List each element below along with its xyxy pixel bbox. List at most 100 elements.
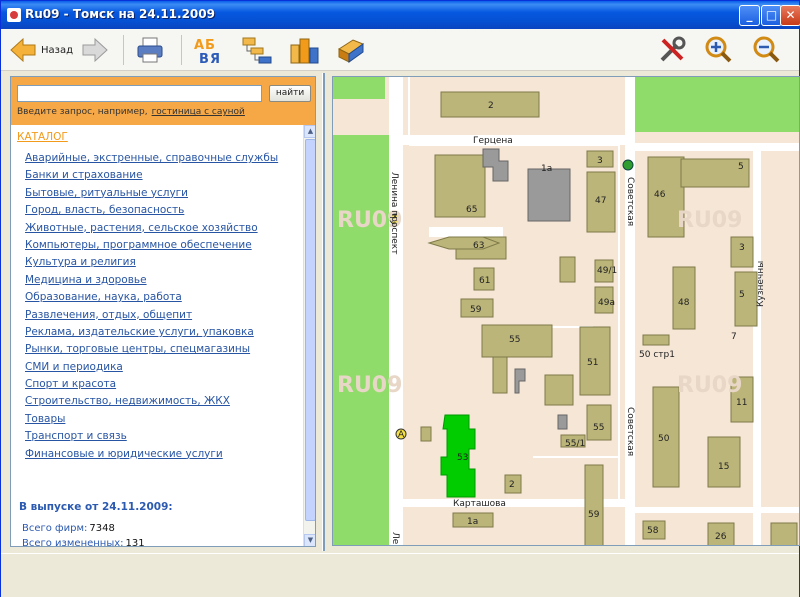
- category-link[interactable]: Реклама, издательские услуги, упаковка: [25, 326, 278, 343]
- street-label: Ле: [390, 532, 400, 545]
- category-link[interactable]: Рынки, торговые центры, спецмагазины: [25, 343, 278, 360]
- alphabet-icon: А Б В Я: [194, 38, 220, 65]
- status-bar: [1, 553, 799, 597]
- minimize-button[interactable]: _: [739, 5, 760, 26]
- park-area: [333, 135, 389, 545]
- building: [559, 256, 576, 283]
- svg-text:63: 63: [473, 241, 484, 251]
- svg-text:RU09: RU09: [677, 208, 742, 233]
- svg-text:49/1: 49/1: [597, 266, 617, 276]
- alphabet-button[interactable]: А Б В Я: [193, 33, 225, 67]
- rubric-button[interactable]: [241, 33, 273, 67]
- category-list: Аварийные, экстренные, справочные службы…: [25, 152, 278, 465]
- category-link[interactable]: Транспорт и связь: [25, 430, 278, 447]
- search-example-link[interactable]: гостиница с сауной: [152, 107, 245, 117]
- zoom-out-button[interactable]: [751, 33, 781, 67]
- building: [544, 374, 574, 406]
- svg-text:48: 48: [678, 298, 690, 308]
- svg-text:Б: Б: [205, 38, 215, 53]
- category-link[interactable]: Медицина и здоровье: [25, 274, 278, 291]
- search-button[interactable]: найти: [269, 85, 311, 102]
- svg-text:2: 2: [509, 480, 515, 490]
- transport-button[interactable]: [335, 33, 367, 67]
- arrow-right-icon: [82, 37, 108, 63]
- street-label: Советская: [625, 177, 635, 226]
- category-link[interactable]: СМИ и периодика: [25, 361, 278, 378]
- park-area: [333, 77, 385, 99]
- svg-text:11: 11: [736, 398, 747, 408]
- svg-text:59: 59: [588, 510, 600, 520]
- hierarchy-icon: [242, 37, 272, 64]
- svg-text:RU09: RU09: [337, 373, 402, 398]
- search-input[interactable]: [17, 85, 262, 102]
- category-link[interactable]: Аварийные, экстренные, справочные службы: [25, 152, 278, 169]
- close-button[interactable]: ✕: [780, 5, 800, 26]
- park-area: [632, 77, 799, 132]
- changed-firms-label: Всего измененных:: [22, 538, 124, 547]
- category-link[interactable]: Спорт и красота: [25, 378, 278, 395]
- city-map[interactable]: A A RU09 RU09 RU09 RU09 Герцена Ленина п…: [332, 76, 800, 546]
- svg-text:58: 58: [647, 526, 659, 536]
- svg-text:26: 26: [715, 532, 727, 542]
- svg-text:7: 7: [731, 332, 737, 342]
- street-label: Ленина проспект: [389, 172, 399, 254]
- buildings-button[interactable]: [288, 33, 320, 67]
- street-label: Советская: [625, 407, 635, 456]
- svg-text:55: 55: [509, 335, 520, 345]
- svg-text:51: 51: [587, 358, 598, 368]
- category-link[interactable]: Образование, наука, работа: [25, 291, 278, 308]
- buildings-icon: [290, 38, 319, 64]
- svg-text:A: A: [398, 430, 405, 440]
- category-link[interactable]: Город, власть, безопасность: [25, 204, 278, 221]
- category-link[interactable]: Животные, растения, сельское хозяйство: [25, 222, 278, 239]
- title-bar[interactable]: Ru09 - Томск на 24.11.2009 _ □ ✕: [1, 1, 800, 29]
- total-firms-row: Всего фирм: 7348: [22, 521, 145, 536]
- forward-button[interactable]: [81, 33, 109, 67]
- maximize-button[interactable]: □: [761, 5, 782, 26]
- printer-icon: [137, 37, 163, 63]
- catalog-list: КАТАЛОГ Аварийные, экстренные, справочны…: [11, 125, 303, 547]
- category-link[interactable]: Товары: [25, 413, 278, 430]
- catalog-scrollbar[interactable]: ▲ ▼: [303, 125, 315, 546]
- toolbar-separator: [123, 35, 124, 65]
- svg-text:2: 2: [488, 101, 494, 111]
- category-link[interactable]: Культура и религия: [25, 256, 278, 273]
- svg-text:Я: Я: [210, 52, 220, 65]
- total-firms-label: Всего фирм:: [22, 523, 88, 534]
- svg-text:47: 47: [595, 196, 606, 206]
- svg-text:50: 50: [658, 434, 670, 444]
- catalog-title[interactable]: КАТАЛОГ: [17, 131, 68, 143]
- toolbar-separator: [181, 35, 182, 65]
- street-label: Кузнечны: [756, 261, 766, 307]
- catalog-panel: найти Введите запрос, например, гостиница…: [10, 76, 316, 547]
- scroll-down-icon[interactable]: ▼: [304, 534, 315, 546]
- road-sovetskaya: [625, 77, 635, 545]
- toolbar: Назад А Б В Я: [1, 29, 799, 71]
- scroll-up-icon[interactable]: ▲: [304, 125, 315, 138]
- category-link[interactable]: Развлечения, отдых, общепит: [25, 309, 278, 326]
- svg-text:RU09: RU09: [677, 373, 742, 398]
- category-link[interactable]: Бытовые, ритуальные услуги: [25, 187, 278, 204]
- scroll-thumb[interactable]: [305, 139, 315, 521]
- zoom-in-button[interactable]: [703, 33, 733, 67]
- back-button[interactable]: Назад: [9, 33, 73, 67]
- settings-button[interactable]: [657, 33, 687, 67]
- changed-firms-value: 131: [125, 538, 145, 547]
- pane-splitter[interactable]: [322, 73, 325, 551]
- category-link[interactable]: Банки и страхование: [25, 169, 278, 186]
- search-box: найти Введите запрос, например, гостиница…: [11, 77, 315, 125]
- svg-text:5: 5: [739, 290, 745, 300]
- print-button[interactable]: [135, 33, 165, 67]
- bus-icon: [337, 39, 365, 63]
- category-link[interactable]: Компьютеры, программное обеспечение: [25, 239, 278, 256]
- app-icon: [7, 8, 21, 22]
- category-link[interactable]: Строительство, недвижимость, ЖКХ: [25, 395, 278, 412]
- svg-text:15: 15: [718, 462, 729, 472]
- arrow-left-icon: [10, 37, 36, 63]
- map-canvas[interactable]: A A RU09 RU09 RU09 RU09 Герцена Ленина п…: [333, 77, 800, 546]
- building: [584, 464, 604, 545]
- svg-text:53: 53: [457, 453, 468, 463]
- category-link[interactable]: Финансовые и юридические услуги: [25, 448, 278, 465]
- building: [434, 154, 486, 218]
- building: [642, 334, 670, 346]
